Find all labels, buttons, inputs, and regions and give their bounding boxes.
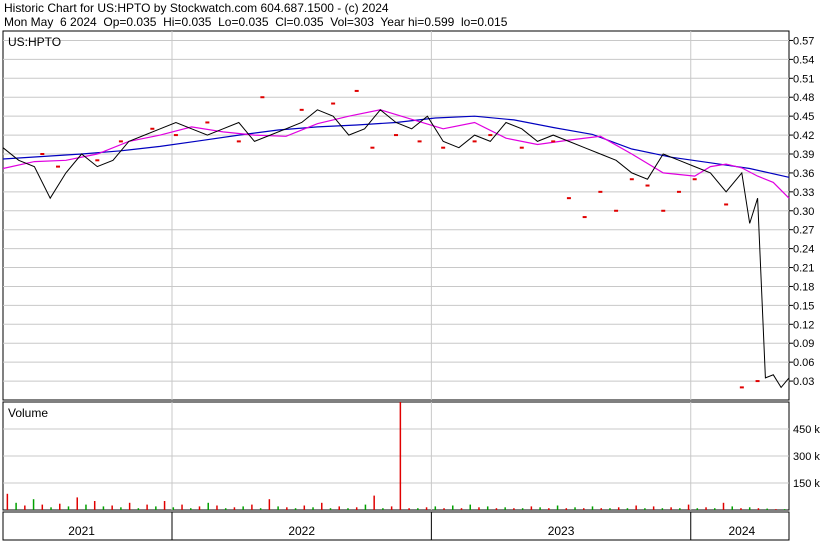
down-day-mark xyxy=(488,134,493,137)
header-title: Historic Chart for US:HPTO by Stockwatch… xyxy=(4,1,389,15)
year-label: 2022 xyxy=(288,524,315,538)
down-day-mark xyxy=(692,178,697,181)
volume-axis: 450 k 300 k 150 k xyxy=(793,424,820,490)
down-day-mark xyxy=(56,165,61,168)
year-label: 2021 xyxy=(68,524,95,538)
volume-tick-label: 450 k xyxy=(793,424,820,436)
down-day-mark xyxy=(118,140,123,143)
chart-symbol-label: US:HPTO xyxy=(8,35,61,49)
down-day-mark xyxy=(205,121,210,124)
down-day-mark xyxy=(370,146,375,149)
price-tick-label: 0.48 xyxy=(793,92,814,104)
volume-tick-label: 300 k xyxy=(793,451,820,463)
price-tick-label: 0.15 xyxy=(793,300,814,312)
down-day-mark xyxy=(236,140,241,143)
down-day-mark xyxy=(724,203,729,206)
price-pane xyxy=(2,30,790,401)
down-day-mark xyxy=(519,146,524,149)
down-day-mark xyxy=(417,140,422,143)
down-day-mark xyxy=(441,146,446,149)
down-day-mark xyxy=(260,96,265,99)
down-day-mark xyxy=(739,386,744,389)
price-tick-label: 0.39 xyxy=(793,149,814,161)
down-day-mark xyxy=(661,209,666,212)
down-day-mark xyxy=(394,134,398,137)
price-tick-label: 0.12 xyxy=(793,319,814,331)
price-tick-label: 0.51 xyxy=(793,73,814,85)
volume-label: Volume xyxy=(8,406,48,420)
down-day-mark xyxy=(472,140,477,143)
price-tick-label: 0.42 xyxy=(793,130,814,142)
year-label: 2024 xyxy=(728,524,755,538)
year-label: 2023 xyxy=(548,524,575,538)
down-day-mark xyxy=(331,102,336,105)
year-axis-frame xyxy=(2,511,790,541)
header-quote: Mon May 6 2024 Op=0.035 Hi=0.035 Lo=0.03… xyxy=(4,15,508,29)
down-day-mark xyxy=(95,159,100,162)
down-day-mark xyxy=(614,209,619,212)
down-day-mark xyxy=(676,190,681,193)
price-tick-label: 0.54 xyxy=(793,54,814,66)
price-tick-label: 0.36 xyxy=(793,168,814,180)
down-day-mark xyxy=(40,153,45,155)
down-day-mark xyxy=(645,184,650,187)
down-day-mark xyxy=(598,190,603,193)
price-tick-label: 0.57 xyxy=(793,35,814,47)
price-tick-label: 0.45 xyxy=(793,111,814,123)
chart-canvas: 0.57 0.54 0.51 0.48 0.45 0.42 0.39 0.36 0.33 0.30… xyxy=(0,0,830,543)
down-day-mark xyxy=(354,89,359,92)
price-tick-label: 0.18 xyxy=(793,281,814,293)
price-tick-label: 0.33 xyxy=(793,187,814,199)
price-tick-label: 0.21 xyxy=(793,263,814,275)
down-day-mark xyxy=(299,108,304,111)
down-day-mark xyxy=(582,216,587,219)
price-tick-label: 0.27 xyxy=(793,225,814,237)
down-day-mark xyxy=(629,178,634,181)
price-tick-label: 0.30 xyxy=(793,206,814,218)
price-tick-label: 0.06 xyxy=(793,357,814,369)
volume-tick-label: 150 k xyxy=(793,478,820,490)
down-day-mark xyxy=(755,380,760,383)
down-day-mark xyxy=(173,134,178,137)
price-tick-label: 0.24 xyxy=(793,244,814,256)
down-day-mark xyxy=(551,140,556,143)
price-tick-label: 0.03 xyxy=(793,376,814,388)
down-day-mark xyxy=(150,127,155,130)
price-tick-label: 0.09 xyxy=(793,338,814,350)
down-day-mark xyxy=(566,197,571,200)
